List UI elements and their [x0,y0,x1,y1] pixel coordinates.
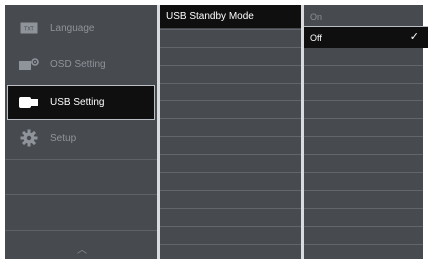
menu-item-usb-setting[interactable]: USB Setting [7,85,155,120]
usb-icon [16,97,42,108]
main-menu: TXT Language OSD Setting USB Setting Set… [5,5,157,259]
option-label: Off [310,32,322,43]
option-on[interactable]: On [304,7,423,27]
menu-item-setup[interactable]: Setup [5,120,157,156]
svg-text:TXT: TXT [23,27,34,33]
language-icon: TXT [16,22,42,34]
submenu-item-label: USB Standby Mode [166,11,254,22]
menu-item-label: USB Setting [50,97,105,108]
menu-item-label: Setup [50,132,77,144]
option-label: On [310,12,323,22]
options-panel: On Off ✓ [304,5,428,259]
osd-menu: TXT Language OSD Setting USB Setting Set… [5,5,428,259]
option-off[interactable]: Off ✓ [304,26,428,48]
submenu: USB Standby Mode [160,5,301,259]
menu-item-language[interactable]: TXT Language [5,10,157,46]
scroll-up-arrow-icon[interactable]: ︿ [77,241,87,256]
menu-item-label: Language [50,22,95,34]
menu-item-label: OSD Setting [50,58,106,70]
osd-setting-icon [16,57,42,71]
menu-item-osd-setting[interactable]: OSD Setting [5,46,157,82]
submenu-item-usb-standby-mode[interactable]: USB Standby Mode [160,5,301,28]
gear-icon [16,129,42,147]
checkmark-icon: ✓ [409,31,419,43]
